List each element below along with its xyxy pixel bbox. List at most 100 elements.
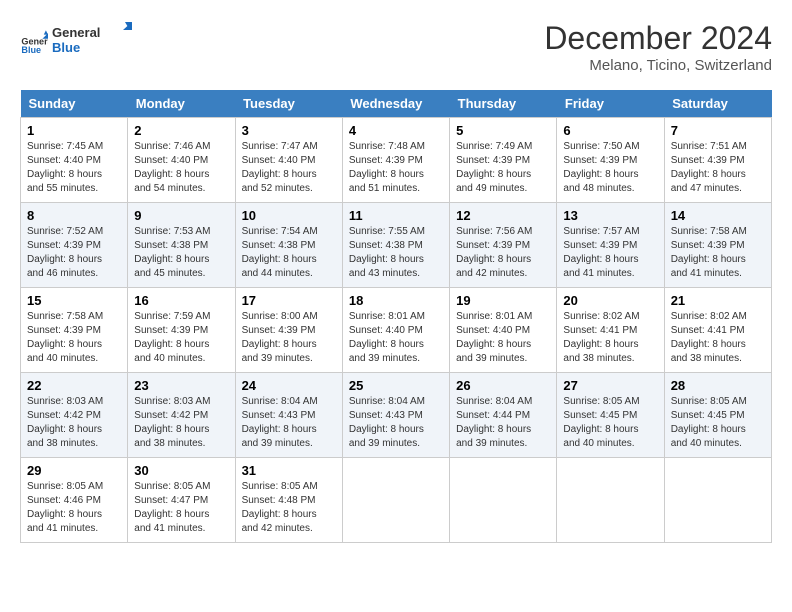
day-info: Sunrise: 7:52 AM Sunset: 4:39 PM Dayligh…	[27, 225, 121, 281]
day-number: 28	[671, 378, 765, 393]
day-number: 7	[671, 123, 765, 138]
day-number: 19	[456, 293, 550, 308]
calendar-cell: 20 Sunrise: 8:02 AM Sunset: 4:41 PM Dayl…	[557, 288, 664, 373]
calendar-cell: 31 Sunrise: 8:05 AM Sunset: 4:48 PM Dayl…	[235, 458, 342, 543]
header-day-tuesday: Tuesday	[235, 90, 342, 118]
calendar-cell: 12 Sunrise: 7:56 AM Sunset: 4:39 PM Dayl…	[450, 203, 557, 288]
calendar-cell	[664, 458, 771, 543]
day-number: 17	[242, 293, 336, 308]
day-number: 1	[27, 123, 121, 138]
day-number: 27	[563, 378, 657, 393]
calendar-cell	[450, 458, 557, 543]
logo: General Blue General Blue	[20, 20, 132, 65]
calendar-cell: 3 Sunrise: 7:47 AM Sunset: 4:40 PM Dayli…	[235, 118, 342, 203]
day-info: Sunrise: 7:55 AM Sunset: 4:38 PM Dayligh…	[349, 225, 443, 281]
day-info: Sunrise: 8:03 AM Sunset: 4:42 PM Dayligh…	[27, 395, 121, 451]
day-info: Sunrise: 7:45 AM Sunset: 4:40 PM Dayligh…	[27, 140, 121, 196]
logo-svg: General Blue	[52, 20, 132, 60]
day-number: 5	[456, 123, 550, 138]
day-info: Sunrise: 8:03 AM Sunset: 4:42 PM Dayligh…	[134, 395, 228, 451]
day-info: Sunrise: 7:49 AM Sunset: 4:39 PM Dayligh…	[456, 140, 550, 196]
day-number: 11	[349, 208, 443, 223]
header-day-thursday: Thursday	[450, 90, 557, 118]
calendar-week-4: 22 Sunrise: 8:03 AM Sunset: 4:42 PM Dayl…	[21, 373, 772, 458]
svg-text:Blue: Blue	[52, 40, 80, 55]
day-info: Sunrise: 7:53 AM Sunset: 4:38 PM Dayligh…	[134, 225, 228, 281]
day-number: 25	[349, 378, 443, 393]
calendar-week-1: 1 Sunrise: 7:45 AM Sunset: 4:40 PM Dayli…	[21, 118, 772, 203]
calendar-cell: 14 Sunrise: 7:58 AM Sunset: 4:39 PM Dayl…	[664, 203, 771, 288]
header-row: SundayMondayTuesdayWednesdayThursdayFrid…	[21, 90, 772, 118]
day-info: Sunrise: 8:02 AM Sunset: 4:41 PM Dayligh…	[671, 310, 765, 366]
calendar-cell: 1 Sunrise: 7:45 AM Sunset: 4:40 PM Dayli…	[21, 118, 128, 203]
header-day-wednesday: Wednesday	[342, 90, 449, 118]
svg-text:General: General	[52, 25, 100, 40]
calendar-cell: 21 Sunrise: 8:02 AM Sunset: 4:41 PM Dayl…	[664, 288, 771, 373]
calendar-cell: 24 Sunrise: 8:04 AM Sunset: 4:43 PM Dayl…	[235, 373, 342, 458]
calendar-cell: 15 Sunrise: 7:58 AM Sunset: 4:39 PM Dayl…	[21, 288, 128, 373]
day-info: Sunrise: 8:04 AM Sunset: 4:44 PM Dayligh…	[456, 395, 550, 451]
day-info: Sunrise: 7:47 AM Sunset: 4:40 PM Dayligh…	[242, 140, 336, 196]
day-number: 31	[242, 463, 336, 478]
day-number: 2	[134, 123, 228, 138]
calendar-week-5: 29 Sunrise: 8:05 AM Sunset: 4:46 PM Dayl…	[21, 458, 772, 543]
month-title: December 2024	[544, 20, 772, 57]
calendar-cell: 5 Sunrise: 7:49 AM Sunset: 4:39 PM Dayli…	[450, 118, 557, 203]
day-number: 30	[134, 463, 228, 478]
calendar-cell: 13 Sunrise: 7:57 AM Sunset: 4:39 PM Dayl…	[557, 203, 664, 288]
day-info: Sunrise: 7:50 AM Sunset: 4:39 PM Dayligh…	[563, 140, 657, 196]
day-number: 12	[456, 208, 550, 223]
day-number: 10	[242, 208, 336, 223]
day-number: 20	[563, 293, 657, 308]
day-number: 23	[134, 378, 228, 393]
day-number: 15	[27, 293, 121, 308]
day-info: Sunrise: 7:48 AM Sunset: 4:39 PM Dayligh…	[349, 140, 443, 196]
calendar-cell: 26 Sunrise: 8:04 AM Sunset: 4:44 PM Dayl…	[450, 373, 557, 458]
day-info: Sunrise: 8:04 AM Sunset: 4:43 PM Dayligh…	[349, 395, 443, 451]
calendar-cell: 10 Sunrise: 7:54 AM Sunset: 4:38 PM Dayl…	[235, 203, 342, 288]
day-info: Sunrise: 8:01 AM Sunset: 4:40 PM Dayligh…	[349, 310, 443, 366]
day-number: 6	[563, 123, 657, 138]
day-number: 4	[349, 123, 443, 138]
day-info: Sunrise: 7:59 AM Sunset: 4:39 PM Dayligh…	[134, 310, 228, 366]
calendar-cell: 9 Sunrise: 7:53 AM Sunset: 4:38 PM Dayli…	[128, 203, 235, 288]
calendar-cell: 6 Sunrise: 7:50 AM Sunset: 4:39 PM Dayli…	[557, 118, 664, 203]
day-info: Sunrise: 8:05 AM Sunset: 4:45 PM Dayligh…	[563, 395, 657, 451]
day-info: Sunrise: 8:05 AM Sunset: 4:48 PM Dayligh…	[242, 480, 336, 536]
header-day-friday: Friday	[557, 90, 664, 118]
location-subtitle: Melano, Ticino, Switzerland	[544, 57, 772, 74]
day-number: 29	[27, 463, 121, 478]
day-number: 18	[349, 293, 443, 308]
day-info: Sunrise: 8:01 AM Sunset: 4:40 PM Dayligh…	[456, 310, 550, 366]
day-info: Sunrise: 8:00 AM Sunset: 4:39 PM Dayligh…	[242, 310, 336, 366]
day-info: Sunrise: 7:58 AM Sunset: 4:39 PM Dayligh…	[671, 225, 765, 281]
day-number: 22	[27, 378, 121, 393]
day-number: 9	[134, 208, 228, 223]
day-number: 21	[671, 293, 765, 308]
calendar-cell: 19 Sunrise: 8:01 AM Sunset: 4:40 PM Dayl…	[450, 288, 557, 373]
day-info: Sunrise: 7:46 AM Sunset: 4:40 PM Dayligh…	[134, 140, 228, 196]
calendar-cell: 11 Sunrise: 7:55 AM Sunset: 4:38 PM Dayl…	[342, 203, 449, 288]
calendar-cell: 4 Sunrise: 7:48 AM Sunset: 4:39 PM Dayli…	[342, 118, 449, 203]
calendar-cell: 2 Sunrise: 7:46 AM Sunset: 4:40 PM Dayli…	[128, 118, 235, 203]
calendar-cell: 17 Sunrise: 8:00 AM Sunset: 4:39 PM Dayl…	[235, 288, 342, 373]
day-number: 13	[563, 208, 657, 223]
day-info: Sunrise: 8:05 AM Sunset: 4:47 PM Dayligh…	[134, 480, 228, 536]
day-info: Sunrise: 7:58 AM Sunset: 4:39 PM Dayligh…	[27, 310, 121, 366]
calendar-cell: 8 Sunrise: 7:52 AM Sunset: 4:39 PM Dayli…	[21, 203, 128, 288]
day-info: Sunrise: 8:04 AM Sunset: 4:43 PM Dayligh…	[242, 395, 336, 451]
calendar-week-3: 15 Sunrise: 7:58 AM Sunset: 4:39 PM Dayl…	[21, 288, 772, 373]
day-info: Sunrise: 7:57 AM Sunset: 4:39 PM Dayligh…	[563, 225, 657, 281]
day-number: 14	[671, 208, 765, 223]
logo-icon: General Blue	[20, 29, 48, 57]
day-info: Sunrise: 8:02 AM Sunset: 4:41 PM Dayligh…	[563, 310, 657, 366]
calendar-cell: 22 Sunrise: 8:03 AM Sunset: 4:42 PM Dayl…	[21, 373, 128, 458]
day-number: 16	[134, 293, 228, 308]
calendar-cell: 30 Sunrise: 8:05 AM Sunset: 4:47 PM Dayl…	[128, 458, 235, 543]
day-info: Sunrise: 7:54 AM Sunset: 4:38 PM Dayligh…	[242, 225, 336, 281]
calendar-cell: 27 Sunrise: 8:05 AM Sunset: 4:45 PM Dayl…	[557, 373, 664, 458]
header-day-monday: Monday	[128, 90, 235, 118]
calendar-week-2: 8 Sunrise: 7:52 AM Sunset: 4:39 PM Dayli…	[21, 203, 772, 288]
day-info: Sunrise: 8:05 AM Sunset: 4:45 PM Dayligh…	[671, 395, 765, 451]
calendar-cell	[557, 458, 664, 543]
